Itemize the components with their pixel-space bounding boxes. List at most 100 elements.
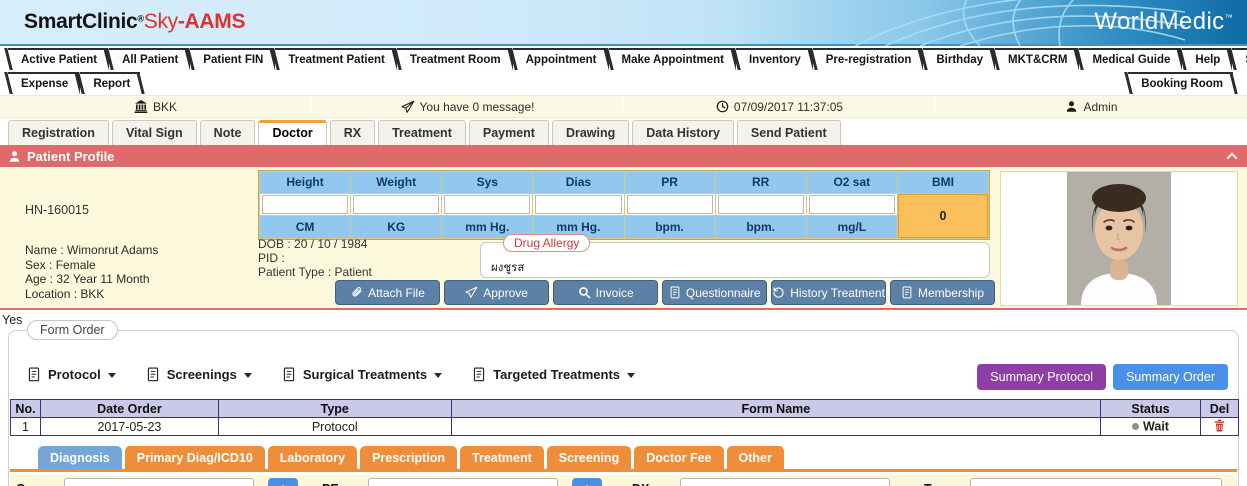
tab-prescription[interactable]: Prescription bbox=[360, 446, 457, 469]
menu-tab-make-appointment[interactable]: Make Appointment bbox=[609, 48, 734, 72]
patient-profile-body: HN-160015 Name : Wimonrut Adams Sex : Fe… bbox=[0, 167, 1247, 310]
cc-select[interactable]: Select bbox=[64, 478, 254, 486]
bottom-tab-bar: Diagnosis Primary Diag/ICD10 Laboratory … bbox=[10, 444, 1237, 472]
sys-input[interactable] bbox=[444, 195, 530, 214]
tab-doctor[interactable]: Doctor bbox=[258, 120, 326, 145]
menu-tab-help[interactable]: Help bbox=[1182, 48, 1230, 72]
tab-send-patient[interactable]: Send Patient bbox=[737, 120, 841, 145]
vitals-table: Height Weight Sys Dias PR RR O2 sat BMI … bbox=[258, 170, 990, 240]
pe-select[interactable]: Select bbox=[368, 478, 558, 486]
history-treatment-button[interactable]: History Treatment bbox=[771, 280, 886, 305]
order-table-row: 1 2017-05-23 Protocol Wait bbox=[11, 418, 1239, 436]
cc-add-button[interactable] bbox=[268, 478, 298, 486]
patient-info-block: Name : Wimonrut Adams Sex : Female Age :… bbox=[25, 243, 158, 301]
menu-tab-all-patient[interactable]: All Patient bbox=[109, 48, 188, 72]
summary-order-button[interactable]: Summary Order bbox=[1113, 364, 1228, 390]
approve-button[interactable]: Approve bbox=[444, 280, 549, 305]
tab-vital-sign[interactable]: Vital Sign bbox=[112, 120, 197, 145]
patient-photo bbox=[1067, 172, 1171, 305]
menu-tab-report[interactable]: Report bbox=[80, 72, 140, 96]
dx-select[interactable]: Select bbox=[680, 478, 890, 486]
protocol-dropdown[interactable]: Protocol bbox=[27, 367, 116, 382]
tx-select[interactable]: Select bbox=[970, 478, 1222, 486]
summary-protocol-button[interactable]: Summary Protocol bbox=[977, 364, 1106, 390]
menu-tab-birthday[interactable]: Birthday bbox=[923, 48, 993, 72]
tab-data-history[interactable]: Data History bbox=[632, 120, 734, 145]
patient-photo-panel bbox=[1000, 171, 1238, 306]
pr-input[interactable] bbox=[627, 195, 713, 214]
surgical-treatments-dropdown[interactable]: Surgical Treatments bbox=[282, 367, 442, 382]
menu-tab-booking-room[interactable]: Booking Room bbox=[1128, 72, 1233, 96]
col-del: Del bbox=[1200, 400, 1238, 418]
rr-input[interactable] bbox=[718, 195, 804, 214]
menu-tab-patient-fin[interactable]: Patient FIN bbox=[190, 48, 273, 72]
menu-tab-expense[interactable]: Expense bbox=[8, 72, 78, 96]
targeted-treatments-dropdown[interactable]: Targeted Treatments bbox=[472, 367, 635, 382]
patient-age-line: Age : 32 Year 11 Month bbox=[25, 272, 158, 287]
menu-tab-treatment-room[interactable]: Treatment Room bbox=[397, 48, 511, 72]
patient-type: Patient bbox=[335, 265, 372, 279]
col-date-order: Date Order bbox=[40, 400, 218, 418]
tab-other[interactable]: Other bbox=[727, 446, 784, 469]
o2sat-input[interactable] bbox=[809, 195, 895, 214]
dias-input[interactable] bbox=[535, 195, 621, 214]
patient-type-line: Patient Type : Patient bbox=[258, 265, 372, 279]
status-datetime: 07/09/2017 11:37:05 bbox=[624, 96, 936, 117]
tab-drawing[interactable]: Drawing bbox=[552, 120, 629, 145]
weight-input[interactable] bbox=[353, 195, 439, 214]
tab-treatment-bottom[interactable]: Treatment bbox=[460, 446, 544, 469]
membership-card-icon bbox=[901, 286, 913, 299]
message-send-icon bbox=[401, 100, 415, 114]
vitals-header-dias: Dias bbox=[533, 172, 623, 193]
form-order-section: Form Order Protocol Screenings Surgical … bbox=[8, 330, 1239, 486]
menu-tab-active-patient[interactable]: Active Patient bbox=[8, 48, 107, 72]
tab-treatment[interactable]: Treatment bbox=[378, 120, 466, 145]
tab-payment[interactable]: Payment bbox=[469, 120, 549, 145]
collapse-chevron-up-icon[interactable] bbox=[1225, 150, 1239, 162]
form-doc-icon bbox=[146, 367, 160, 382]
tab-laboratory[interactable]: Laboratory bbox=[268, 446, 357, 469]
form-doc-icon bbox=[472, 367, 486, 382]
membership-button[interactable]: Membership bbox=[890, 280, 995, 305]
paperclip-icon bbox=[350, 286, 363, 299]
col-no: No. bbox=[11, 400, 41, 418]
delete-trash-icon[interactable] bbox=[1214, 419, 1225, 432]
status-wait-text: Wait bbox=[1143, 420, 1169, 434]
row-no: 1 bbox=[11, 418, 41, 436]
menu-tab-setting[interactable]: Setting bbox=[1232, 48, 1247, 72]
height-input[interactable] bbox=[262, 195, 348, 214]
tab-primary-diag-icd10[interactable]: Primary Diag/ICD10 bbox=[125, 446, 265, 469]
diagnosis-fields-row: Cc : Select PE : Select DX : Select Tx : bbox=[10, 475, 1237, 486]
menu-tab-appointment[interactable]: Appointment bbox=[513, 48, 607, 72]
menu-tab-pre-registration[interactable]: Pre-registration bbox=[813, 48, 922, 72]
form-doc-icon bbox=[27, 367, 41, 382]
questionnaire-button[interactable]: Questionnaire bbox=[662, 280, 767, 305]
unit-bpm-pr: bpm. bbox=[625, 216, 715, 238]
tab-registration[interactable]: Registration bbox=[8, 120, 109, 145]
drug-allergy-box[interactable]: Drug Allergy ผงชูรส bbox=[480, 242, 990, 278]
menu-tab-mkt-crm[interactable]: MKT&CRM bbox=[995, 48, 1077, 72]
tab-doctor-fee[interactable]: Doctor Fee bbox=[634, 446, 723, 469]
logo-sky: Sky bbox=[144, 10, 178, 33]
attach-file-button[interactable]: Attach File bbox=[335, 280, 440, 305]
screenings-dropdown[interactable]: Screenings bbox=[146, 367, 252, 382]
main-menu: Active Patient All Patient Patient FIN T… bbox=[0, 48, 1247, 96]
invoice-button[interactable]: Invoice bbox=[553, 280, 658, 305]
pe-add-button[interactable] bbox=[572, 478, 602, 486]
tab-screening[interactable]: Screening bbox=[547, 446, 631, 469]
patient-name-line: Name : Wimonrut Adams bbox=[25, 243, 158, 258]
status-user: Admin bbox=[936, 96, 1247, 117]
status-message: You have 0 message! bbox=[312, 96, 624, 117]
menu-tab-medical-guide[interactable]: Medical Guide bbox=[1079, 48, 1180, 72]
patient-dob: 20 / 10 / 1984 bbox=[294, 237, 367, 251]
tab-note[interactable]: Note bbox=[200, 120, 256, 145]
row-date: 2017-05-23 bbox=[40, 418, 218, 436]
vitals-header-sys: Sys bbox=[442, 172, 532, 193]
menu-tab-inventory[interactable]: Inventory bbox=[736, 48, 811, 72]
patient-profile-header: Patient Profile bbox=[0, 145, 1247, 167]
menu-tab-treatment-patient[interactable]: Treatment Patient bbox=[275, 48, 395, 72]
history-icon bbox=[772, 286, 785, 299]
tab-diagnosis[interactable]: Diagnosis bbox=[38, 446, 122, 469]
vitals-header-height: Height bbox=[260, 172, 350, 193]
tab-rx[interactable]: RX bbox=[330, 120, 375, 145]
